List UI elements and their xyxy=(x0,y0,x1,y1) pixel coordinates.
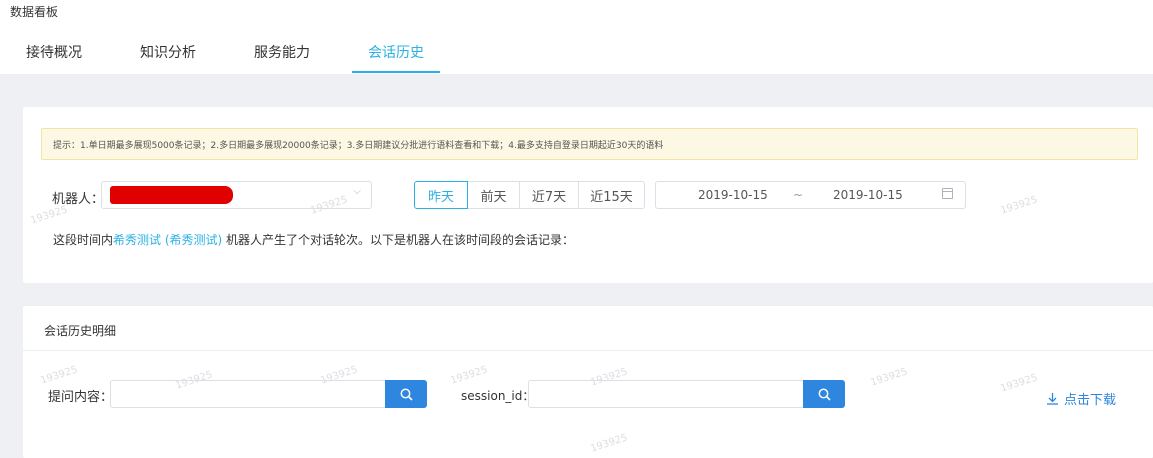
date-end: 2019-10-15 xyxy=(833,188,903,202)
range-7-days-button[interactable]: 近7天 xyxy=(519,181,579,209)
date-start: 2019-10-15 xyxy=(698,188,768,202)
chevron-down-icon: ⌵ xyxy=(353,186,361,197)
tab-session-history[interactable]: 会话历史 xyxy=(354,36,438,74)
tab-service-capability[interactable]: 服务能力 xyxy=(240,36,324,74)
question-label: 提问内容： xyxy=(48,390,114,405)
tab-reception-overview[interactable]: 接待概况 xyxy=(12,36,96,74)
range-day-before-button[interactable]: 前天 xyxy=(467,181,520,209)
page-title: 数据看板 xyxy=(10,5,59,19)
date-range-buttons: 昨天 前天 近7天 近15天 xyxy=(414,181,645,209)
summary-suffix: 机器人产生了个对话轮次。以下是机器人在该时间段的会话记录： xyxy=(222,233,575,247)
history-card: 会话历史明细 提问内容： session_id： 点击下载 xyxy=(23,306,1153,458)
robot-name-link[interactable]: 希秀测试 (希秀测试) xyxy=(113,233,222,247)
robot-label: 机器人： xyxy=(52,192,105,207)
filter-card: 提示：1.单日期最多展现5000条记录；2.多日期最多展现20000条记录；3.… xyxy=(23,107,1153,283)
session-id-input[interactable] xyxy=(528,380,804,408)
robot-select[interactable]: ⌵ xyxy=(101,181,372,209)
summary-text: 这段时间内希秀测试 (希秀测试) 机器人产生了个对话轮次。以下是机器人在该时间段… xyxy=(53,231,574,248)
summary-prefix: 这段时间内 xyxy=(53,233,114,247)
calendar-icon xyxy=(942,188,953,199)
header: 数据看板 接待概况 知识分析 服务能力 会话历史 xyxy=(0,0,1153,74)
question-search-button[interactable] xyxy=(385,380,427,408)
search-icon xyxy=(400,388,413,401)
notice-text: 提示：1.单日期最多展现5000条记录；2.多日期最多展现20000条记录；3.… xyxy=(53,140,664,151)
date-separator: ~ xyxy=(793,188,804,202)
active-tab-indicator xyxy=(352,71,440,73)
download-button[interactable]: 点击下载 xyxy=(1046,389,1116,408)
search-icon xyxy=(818,388,831,401)
session-id-search-button[interactable] xyxy=(803,380,845,408)
range-yesterday-button[interactable]: 昨天 xyxy=(414,181,468,209)
question-input[interactable] xyxy=(110,380,386,408)
history-title: 会话历史明细 xyxy=(44,324,117,338)
tab-bar: 接待概况 知识分析 服务能力 会话历史 xyxy=(0,36,1153,74)
tab-knowledge-analysis[interactable]: 知识分析 xyxy=(126,36,210,74)
notice-banner: 提示：1.单日期最多展现5000条记录；2.多日期最多展现20000条记录；3.… xyxy=(41,128,1138,160)
session-id-label: session_id： xyxy=(461,389,535,403)
redacted-robot-name xyxy=(110,186,233,204)
divider xyxy=(23,350,1153,351)
range-15-days-button[interactable]: 近15天 xyxy=(578,181,645,209)
date-range-picker[interactable]: 2019-10-15 ~ 2019-10-15 xyxy=(655,181,966,209)
download-icon xyxy=(1047,393,1058,405)
download-label: 点击下载 xyxy=(1064,393,1117,408)
